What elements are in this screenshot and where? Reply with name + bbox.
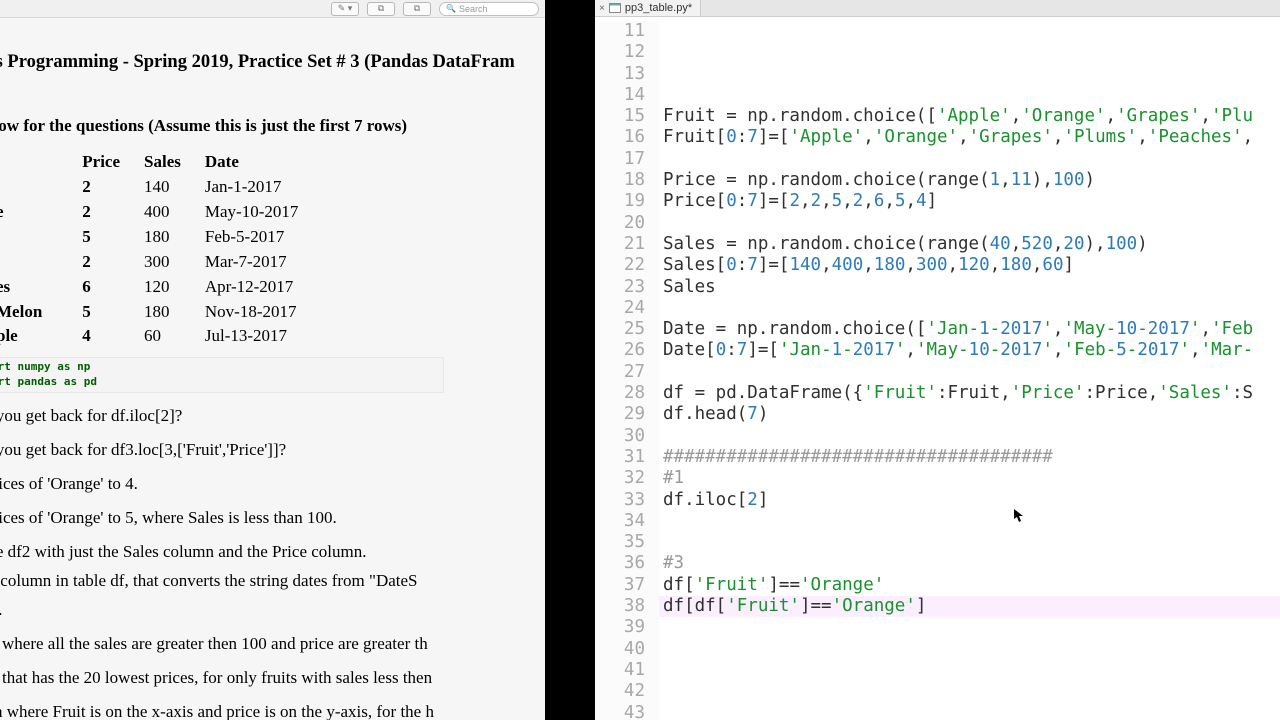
code-line[interactable] [659, 149, 1280, 170]
document-body: s Analytics Programming - Spring 2019, P… [0, 18, 545, 720]
table-row: ple460Jul-13-2017 [0, 324, 312, 349]
page-title: s Analytics Programming - Spring 2019, P… [0, 50, 545, 75]
edit-icon[interactable]: ✎ ▾ [331, 2, 359, 16]
table-row: Melon5180Nov-18-2017 [0, 300, 312, 325]
table-row: 2300Mar-7-2017 [0, 250, 312, 275]
question-item: e all the prices of 'Orange' to 5, where… [0, 507, 545, 530]
question-item: a bar graph where Fruit is on the x-axis… [0, 701, 545, 720]
nav-fwd-icon[interactable]: ⧉ [403, 2, 431, 16]
code-line[interactable]: Sales [659, 277, 1280, 298]
code-area[interactable]: Fruit = np.random.choice(['Apple','Orang… [659, 21, 1280, 720]
table-row: 5180Feb-5-2017 [0, 225, 312, 250]
document-toolbar: ✎ ▾ ⧉ ⧉ 🔍 Search [0, 0, 545, 18]
search-placeholder: Search [459, 4, 488, 14]
code-line[interactable] [659, 298, 1280, 319]
question-item: ate objects. [0, 599, 545, 622]
code-line[interactable] [659, 532, 1280, 553]
question-item: alues will you get back for df.iloc[2]? [0, 405, 545, 428]
question-item: a table df2 where all the sales are grea… [0, 633, 545, 656]
table-row: e2400May-10-2017 [0, 200, 312, 225]
code-line[interactable]: Sales[0:7]=[140,400,180,300,120,180,60] [659, 255, 1280, 276]
table-header: Price [72, 150, 134, 175]
line-gutter: 1112131415161718192021222324252627282930… [595, 21, 659, 720]
code-line[interactable]: Fruit = np.random.choice(['Apple','Orang… [659, 106, 1280, 127]
editor-tab[interactable]: × pp3_table.py* [595, 0, 701, 16]
code-line[interactable] [659, 426, 1280, 447]
question-item: a table df2 that has the 20 lowest price… [0, 667, 545, 690]
code-line[interactable]: df = pd.DataFrame({'Fruit':Fruit,'Price'… [659, 383, 1280, 404]
code-line[interactable]: df['Fruit']=='Orange' [659, 575, 1280, 596]
code-line[interactable]: Sales = np.random.choice(range(40,520,20… [659, 234, 1280, 255]
table-header: Date [195, 150, 312, 175]
code-line[interactable]: #3 [659, 553, 1280, 574]
table-header [0, 150, 72, 175]
code-line[interactable] [659, 703, 1280, 720]
code-editor[interactable]: 1112131415161718192021222324252627282930… [595, 17, 1280, 720]
code-line[interactable]: Date[0:7]=['Jan-1-2017','May-10-2017','F… [659, 340, 1280, 361]
code-line[interactable]: df[df['Fruit']=='Orange'] [659, 596, 1280, 617]
code-line[interactable] [659, 213, 1280, 234]
search-field[interactable]: 🔍 Search [439, 2, 539, 16]
table-row: es6120Apr-12-2017 [0, 275, 312, 300]
table-row: 2140Jan-1-2017 [0, 175, 312, 200]
close-icon[interactable]: × [599, 3, 605, 14]
code-line[interactable] [659, 511, 1280, 532]
code-line[interactable]: df.iloc[2] [659, 490, 1280, 511]
code-line[interactable]: #1 [659, 468, 1280, 489]
instruction: table df below for the questions (Assume… [0, 115, 545, 138]
table-header: Sales [134, 150, 195, 175]
question-item: a "Period" column in table df, that conv… [0, 570, 545, 593]
question-item: a new table df2 with just the Sales colu… [0, 541, 545, 564]
editor-pane: × pp3_table.py* 111213141516171819202122… [595, 0, 1280, 720]
code-line[interactable] [659, 639, 1280, 660]
search-icon: 🔍 [446, 4, 456, 13]
tab-bar: × pp3_table.py* [595, 0, 1280, 17]
code-sample: ort numpy as np ort pandas as pd [0, 357, 444, 393]
code-line[interactable]: Fruit[0:7]=['Apple','Orange','Grapes','P… [659, 127, 1280, 148]
tab-label: pp3_table.py* [625, 2, 692, 14]
question-item: alues will you get back for df3.loc[3,['… [0, 439, 545, 462]
code-line[interactable]: Date = np.random.choice(['Jan-1-2017','M… [659, 319, 1280, 340]
code-line[interactable]: Price[0:7]=[2,2,5,2,6,5,4] [659, 191, 1280, 212]
code-line[interactable] [659, 681, 1280, 702]
code-line[interactable] [659, 85, 1280, 106]
code-line[interactable] [659, 660, 1280, 681]
code-line[interactable]: df.head(7) [659, 404, 1280, 425]
code-line[interactable] [659, 617, 1280, 638]
code-line[interactable]: ##################################### [659, 447, 1280, 468]
file-icon [609, 3, 621, 13]
split-divider[interactable] [545, 0, 595, 720]
data-table: PriceSalesDate 2140Jan-1-2017e2400May-10… [0, 150, 312, 350]
question-item: e all the prices of 'Orange' to 4. [0, 473, 545, 496]
question-list: alues will you get back for df.iloc[2]? a… [0, 405, 545, 720]
code-line[interactable]: Price = np.random.choice(range(1,11),100… [659, 170, 1280, 191]
nav-back-icon[interactable]: ⧉ [367, 2, 395, 16]
document-pane: ✎ ▾ ⧉ ⧉ 🔍 Search s Analytics Programming… [0, 0, 545, 720]
code-line[interactable] [659, 362, 1280, 383]
